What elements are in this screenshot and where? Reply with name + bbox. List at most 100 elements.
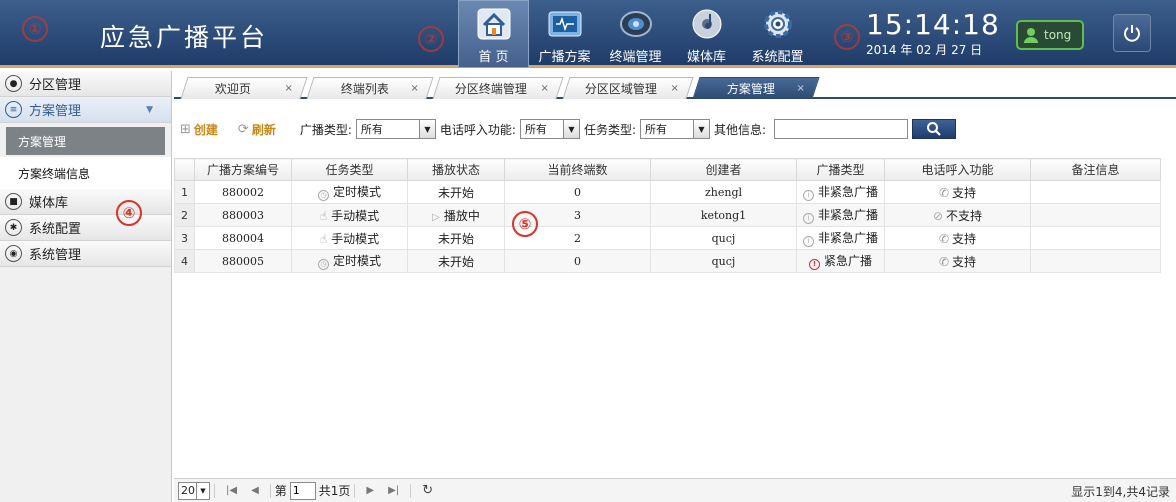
nav-broadcast-plan[interactable]: 广播方案 (529, 0, 600, 68)
page-number-input[interactable] (289, 481, 316, 500)
sidebar-group-config[interactable]: ✱ 系统配置 (0, 215, 171, 241)
cell-play-status: 未开始 (407, 249, 505, 273)
cell-note (1030, 180, 1161, 204)
tab-label: 分区区域管理 (584, 82, 657, 96)
row-number: 3 (174, 226, 195, 250)
tab-terminal-list[interactable]: 终端列表 × (306, 77, 434, 99)
home-icon (476, 6, 512, 42)
page-size-select[interactable]: 20 ▼ (178, 481, 210, 500)
tab-close-icon[interactable]: × (662, 83, 678, 94)
nav-system-config[interactable]: 系统配置 (742, 0, 813, 68)
cell-phone-call: ✆ 支持 (884, 180, 1031, 204)
table-row[interactable]: 4 880005 ◷ 定时模式 未开始 0 qucj ! 紧急广播 ✆ 支持 (174, 249, 1161, 273)
nav-system-config-label: 系统配置 (751, 50, 804, 65)
col-terminal-count[interactable]: 当前终端数 (504, 158, 651, 181)
nav-home-label: 首 页 (478, 50, 509, 65)
col-broadcast-type[interactable]: 广播类型 (796, 158, 885, 181)
logout-button[interactable] (1113, 14, 1151, 52)
page-prefix: 第 (274, 484, 287, 498)
cell-note (1030, 203, 1161, 227)
plan-table: 广播方案编号 任务类型 播放状态 当前终端数 创建者 广播类型 电话呼入功能 备… (174, 158, 1161, 273)
col-task-type[interactable]: 任务类型 (291, 158, 408, 181)
first-page-icon[interactable]: |◀ (226, 485, 237, 496)
create-icon: ⊞ (180, 121, 191, 137)
table-row[interactable]: 1 880002 ◷ 定时模式 未开始 0 zhengl i 非紧急广播 ✆ 支持 (174, 180, 1161, 204)
chevron-down-icon: ▼ (196, 482, 209, 499)
annotation-marker-4: ④ (116, 200, 142, 226)
ban-icon: ⊘ (932, 208, 944, 223)
phone-call-select[interactable]: 所有 ▼ (519, 119, 580, 139)
nav-media-library[interactable]: 媒体库 (671, 0, 742, 68)
tab-label: 终端列表 (340, 82, 389, 96)
create-label: 创建 (193, 122, 218, 137)
sidebar-item-plan-terminal-info[interactable]: 方案终端信息 (0, 157, 171, 189)
tab-close-icon[interactable]: × (402, 83, 418, 94)
sidebar-group-plan[interactable]: ≡ 方案管理 ▼ (0, 97, 171, 123)
broadcast-type-text: 紧急广播 (823, 254, 872, 268)
tab-welcome[interactable]: 欢迎页 × (180, 77, 308, 99)
eye-icon: ◉ (5, 245, 22, 262)
col-note[interactable]: 备注信息 (1030, 158, 1161, 181)
other-info-input[interactable] (774, 119, 909, 139)
table-row[interactable]: 2 880003 ☝ 手动模式 ▷ 播放中 3 ketong1 i 非紧急广播 ⊘ 不支… (174, 203, 1161, 227)
nav-terminal[interactable]: 终端管理 (600, 0, 671, 68)
reload-icon[interactable]: ↻ (422, 483, 433, 498)
broadcast-type-select[interactable]: 所有 ▼ (355, 119, 436, 139)
search-icon (927, 122, 941, 136)
chevron-down-icon: ▼ (562, 120, 579, 138)
sidebar-group-zone[interactable]: ● 分区管理 (0, 71, 171, 97)
refresh-icon: ⟳ (237, 121, 249, 137)
nav-terminal-label: 终端管理 (609, 50, 662, 65)
cell-plan-id: 880003 (194, 203, 292, 227)
info-icon: i (802, 213, 814, 224)
divider (269, 483, 271, 498)
tab-zone-area[interactable]: 分区区域管理 × (562, 77, 694, 99)
divider (410, 483, 412, 498)
cell-broadcast-type: ! 紧急广播 (796, 249, 885, 273)
create-button[interactable]: ⊞ 创建 (180, 121, 218, 138)
cell-play-status: 未开始 (407, 180, 505, 204)
cell-play-status: ▷ 播放中 (407, 203, 505, 227)
clock-icon: ◷ (317, 259, 329, 270)
prev-page-icon[interactable]: ◀ (251, 485, 259, 496)
refresh-label: 刷新 (251, 122, 276, 137)
clock: 15:14:18 2014 年 02 月 27 日 (866, 8, 1000, 58)
nav-home[interactable]: 首 页 (458, 0, 529, 68)
tab-close-icon[interactable]: × (532, 83, 548, 94)
tab-plan-manage[interactable]: 方案管理 × (692, 77, 820, 99)
refresh-button[interactable]: ⟳ 刷新 (238, 121, 276, 138)
phone-call-text: 支持 (952, 231, 977, 246)
sidebar: ● 分区管理 ≡ 方案管理 ▼ 方案管理 方案终端信息 ■ 媒体库 ✱ 系统配置… (0, 71, 172, 502)
tab-close-icon[interactable]: × (788, 83, 804, 94)
settings-gear-icon (760, 6, 796, 42)
cell-phone-call: ✆ 支持 (884, 249, 1031, 273)
divider (354, 483, 356, 498)
other-info-label: 其他信息: (713, 122, 767, 137)
annotation-marker-1: ① (22, 16, 48, 42)
col-creator[interactable]: 创建者 (650, 158, 797, 181)
hand-icon: ☝ (319, 231, 328, 246)
tab-label: 欢迎页 (214, 82, 251, 96)
sidebar-group-media[interactable]: ■ 媒体库 (0, 189, 171, 215)
col-plan-id[interactable]: 广播方案编号 (194, 158, 292, 181)
sidebar-item-plan-manage[interactable]: 方案管理 (6, 127, 165, 155)
table-row[interactable]: 3 880004 ☝ 手动模式 未开始 2 qucj i 非紧急广播 ✆ 支持 (174, 226, 1161, 250)
sidebar-group-sysadmin[interactable]: ◉ 系统管理 (0, 241, 171, 267)
col-play-status[interactable]: 播放状态 (407, 158, 505, 181)
tab-label: 方案管理 (726, 82, 775, 96)
search-button[interactable] (912, 119, 957, 139)
sidebar-group-label: 媒体库 (29, 196, 69, 211)
tab-zone-terminal[interactable]: 分区终端管理 × (432, 77, 564, 99)
tab-close-icon[interactable]: × (276, 83, 292, 94)
filter-toolbar: ⊞ 创建 ⟳ 刷新 广播类型: 所有 ▼ 电话呼入功能: 所有 ▼ 任务类型: … (174, 114, 1174, 144)
cell-task-type: ◷ 定时模式 (291, 180, 408, 204)
task-type-select[interactable]: 所有 ▼ (639, 119, 710, 139)
page-total: 共1页 (318, 484, 351, 498)
last-page-icon[interactable]: ▶| (388, 485, 399, 496)
cell-creator: zhengl (650, 180, 797, 204)
col-phone-call[interactable]: 电话呼入功能 (884, 158, 1031, 181)
sidebar-group-label: 系统配置 (29, 222, 82, 237)
user-icon (1024, 28, 1038, 43)
next-page-icon[interactable]: ▶ (366, 485, 374, 496)
user-badge[interactable]: tong (1016, 20, 1084, 50)
